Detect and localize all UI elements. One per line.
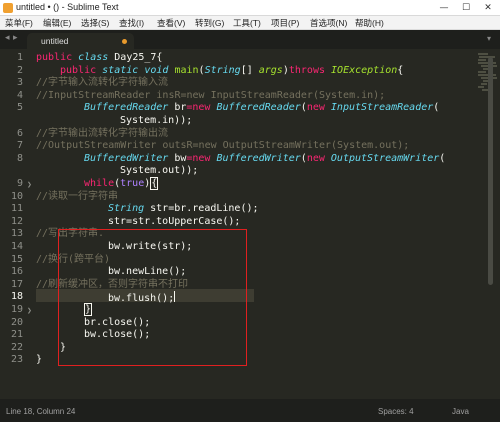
- tab-untitled[interactable]: untitled: [27, 33, 134, 49]
- menu-project[interactable]: 项目(P): [271, 17, 299, 29]
- status-bar: Line 18, Column 24 Spaces: 4 Java: [0, 399, 500, 422]
- line-number: 10: [10, 190, 23, 202]
- line-number: 12: [10, 215, 23, 227]
- vertical-scrollbar[interactable]: [488, 57, 493, 285]
- fold-marker-icon[interactable]: ❯: [27, 180, 32, 189]
- tab-scroll-right-icon[interactable]: ▸: [13, 33, 18, 43]
- code-line: public static void main(String[] args)th…: [60, 64, 404, 76]
- line-number: 1: [16, 52, 23, 63]
- code-comment: //字节输入流转化字符输入流: [36, 77, 169, 89]
- menu-find[interactable]: 查找(I): [119, 17, 144, 29]
- line-number: 23: [10, 354, 23, 366]
- menu-view[interactable]: 查看(V): [157, 17, 185, 29]
- minimize-button[interactable]: —: [434, 0, 454, 16]
- line-number: 6: [16, 127, 23, 139]
- code-line: BufferedReader br=new BufferedReader(new…: [84, 102, 440, 114]
- code-comment: //InputStreamReader insR=new InputStream…: [36, 89, 386, 101]
- line-number-gutter: 1 2 3 4 5 6 7 8 9 10 11 12 13 14 15 16 1…: [0, 49, 27, 399]
- code-line: System.out));: [120, 165, 199, 177]
- code-comment: //读取一行字符串: [36, 190, 119, 202]
- red-annotation-box: [58, 229, 247, 366]
- line-number: 2: [16, 64, 23, 76]
- code-comment: //字节输出流转化字符输出流: [36, 127, 169, 139]
- syntax-selector[interactable]: Java: [452, 407, 469, 416]
- code-line: while(true){: [84, 177, 159, 190]
- code-line: str=str.toUpperCase();: [108, 215, 241, 227]
- menu-bar: 菜单(F) 编辑(E) 选择(S) 查找(I) 查看(V) 转到(G) 工具(T…: [0, 16, 500, 30]
- line-number: 7: [16, 140, 23, 152]
- indentation-setting[interactable]: Spaces: 4: [378, 407, 414, 416]
- menu-help[interactable]: 帮助(H): [355, 17, 384, 29]
- close-button[interactable]: ✕: [478, 0, 498, 16]
- menu-goto[interactable]: 转到(G): [195, 17, 224, 29]
- line-number: 16: [10, 266, 23, 278]
- cursor-position: Line 18, Column 24: [6, 407, 76, 416]
- line-number: 3: [16, 77, 23, 89]
- tab-scroll-left-icon[interactable]: ◂: [5, 33, 10, 43]
- matching-bracket: {: [150, 177, 159, 190]
- code-line: public class Day25_7{: [36, 52, 163, 63]
- code-comment: //OutputStreamWriter outsR=new OutputStr…: [36, 140, 410, 152]
- editor-area[interactable]: 1 2 3 4 5 6 7 8 9 10 11 12 13 14 15 16 1…: [0, 49, 500, 399]
- maximize-button[interactable]: ☐: [456, 0, 476, 16]
- sublime-app-icon: [3, 3, 13, 13]
- code-line: System.in));: [120, 115, 193, 126]
- menu-file[interactable]: 菜单(F): [5, 17, 33, 29]
- line-number: 22: [10, 341, 23, 353]
- line-number: 4: [16, 89, 23, 101]
- line-number: 8: [16, 152, 23, 164]
- tab-bar: ◂ ▸ untitled ▾: [0, 30, 500, 49]
- code-line: String str=br.readLine();: [108, 203, 259, 215]
- line-number: 17: [10, 278, 23, 290]
- line-number: 21: [10, 329, 23, 341]
- line-number: 9: [16, 178, 23, 189]
- menu-tools[interactable]: 工具(T): [233, 17, 261, 29]
- title-bar: untitled • () - Sublime Text — ☐ ✕: [0, 0, 500, 16]
- line-number: 20: [10, 316, 23, 328]
- line-number: 13: [10, 228, 23, 240]
- window-title: untitled • () - Sublime Text: [16, 2, 119, 12]
- line-number: 15: [10, 253, 23, 265]
- fold-marker-icon[interactable]: ❯: [27, 306, 32, 315]
- line-number: 11: [10, 203, 23, 215]
- menu-selection[interactable]: 选择(S): [81, 17, 109, 29]
- line-number: 19: [10, 304, 23, 315]
- line-number: 5: [16, 102, 23, 114]
- line-number-current: 18: [10, 291, 23, 303]
- tab-label: untitled: [41, 36, 69, 46]
- menu-edit[interactable]: 编辑(E): [43, 17, 71, 29]
- menu-preferences[interactable]: 首选项(N): [310, 17, 347, 29]
- line-number: 14: [10, 241, 23, 252]
- code-line: }: [36, 354, 43, 366]
- code-line: BufferedWriter bw=new BufferedWriter(new…: [84, 152, 446, 164]
- tab-list-dropdown-icon[interactable]: ▾: [487, 34, 491, 43]
- unsaved-dot-icon[interactable]: [122, 39, 127, 44]
